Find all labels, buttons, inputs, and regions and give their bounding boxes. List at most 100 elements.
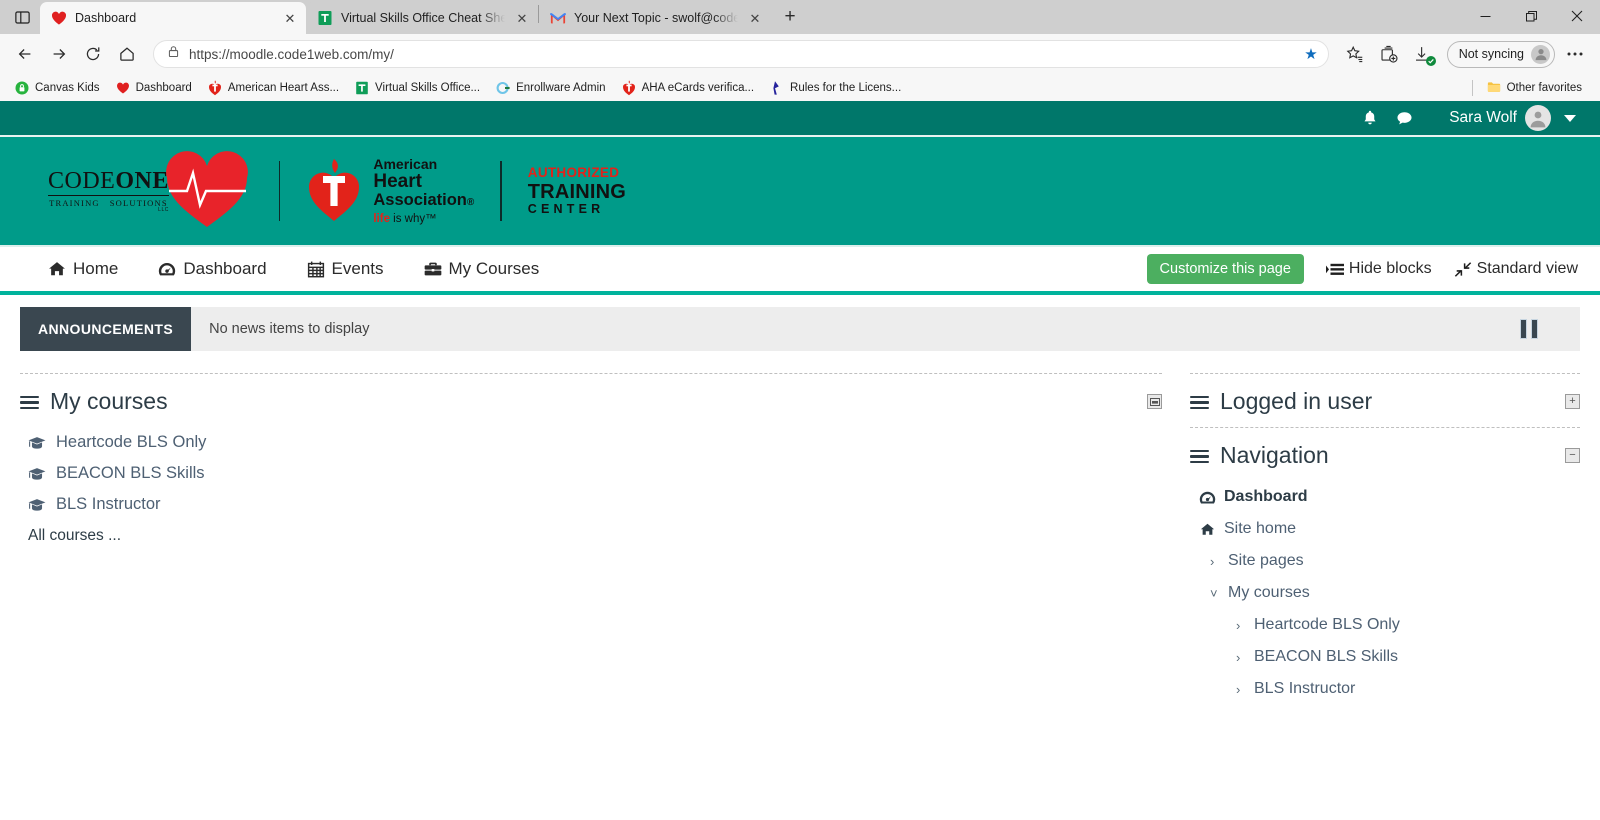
pause-icon[interactable]	[1520, 319, 1538, 339]
google-sheets-icon	[317, 10, 333, 26]
expand-block-icon[interactable]: +	[1565, 394, 1580, 409]
profile-avatar-icon	[1531, 44, 1550, 64]
tab-title: Dashboard	[75, 11, 137, 25]
bell-icon[interactable]	[1353, 100, 1387, 136]
close-icon[interactable]: ✕	[281, 9, 299, 27]
arrows-in-icon	[1454, 261, 1472, 278]
bookmark-canvas-kids[interactable]: Canvas Kids	[7, 77, 108, 99]
refresh-icon[interactable]	[77, 38, 109, 70]
browser-tab-dashboard[interactable]: Dashboard ✕	[40, 2, 306, 34]
bookmark-label: Rules for the Licens...	[790, 81, 902, 94]
hamburger-icon[interactable]	[1190, 395, 1209, 410]
minimize-icon[interactable]	[1462, 0, 1508, 32]
nav-item-events[interactable]: Events	[307, 259, 384, 279]
bookmark-virtual-skills-office[interactable]: Virtual Skills Office...	[347, 77, 488, 99]
chevron-right-icon[interactable]: ›	[1236, 618, 1246, 633]
block-title: My courses	[50, 388, 168, 414]
bookmark-american-heart[interactable]: American Heart Ass...	[200, 77, 347, 99]
chevron-right-icon[interactable]: ›	[1210, 554, 1220, 569]
profile-button[interactable]: Not syncing	[1446, 40, 1555, 68]
all-courses-link[interactable]: All courses ...	[20, 520, 1162, 545]
user-name[interactable]: Sara Wolf	[1449, 109, 1517, 127]
hamburger-icon[interactable]	[20, 395, 39, 410]
nav-tree-item-site-home[interactable]: Site home	[1198, 513, 1580, 545]
star-filled-icon[interactable]: ★	[1304, 45, 1317, 63]
aha-tagline: life is why™	[373, 212, 437, 225]
course-item[interactable]: Heartcode BLS Only	[20, 427, 1162, 458]
announcements-bar: ANNOUNCEMENTS No news items to display	[20, 307, 1580, 351]
nav-item-home[interactable]: Home	[48, 259, 118, 279]
bookmark-dashboard[interactable]: Dashboard	[108, 77, 200, 99]
user-avatar-icon[interactable]	[1525, 105, 1551, 131]
nav-tree-label: BEACON BLS Skills	[1254, 648, 1399, 665]
bookmark-rules-license[interactable]: Rules for the Licens...	[762, 77, 909, 99]
new-tab-button[interactable]: +	[775, 2, 805, 32]
nav-tree-item-site-pages[interactable]: › Site pages	[1198, 545, 1580, 577]
dock-block-icon[interactable]	[1147, 394, 1162, 409]
nav-tree-item-bls-instructor[interactable]: › BLS Instructor	[1198, 673, 1580, 705]
page-content: My courses Heartcode BLS Only BEACON BLS…	[0, 351, 1600, 715]
navbar-actions: Customize this page Hide blocks Standard…	[1146, 254, 1578, 284]
course-link[interactable]: BEACON BLS Skills	[56, 464, 205, 483]
announcements-message: No news items to display	[209, 321, 370, 337]
tab-search-icon[interactable]	[4, 2, 40, 32]
atc-line1: AUTHORIZED	[527, 164, 620, 180]
close-window-icon[interactable]	[1554, 0, 1600, 32]
site-top-bar: Sara Wolf	[0, 101, 1600, 137]
aha-logo: American Heart Association® life is why™	[306, 157, 474, 225]
customize-this-page-button[interactable]: Customize this page	[1146, 254, 1304, 284]
nav-tree-label: BLS Instructor	[1254, 680, 1356, 697]
bookmark-enrollware-admin[interactable]: Enrollware Admin	[488, 77, 613, 99]
close-icon[interactable]: ✕	[746, 9, 764, 27]
course-link[interactable]: Heartcode BLS Only	[56, 433, 206, 452]
nav-label: Dashboard	[183, 259, 267, 278]
nav-tree-item-heartcode-bls-only[interactable]: › Heartcode BLS Only	[1198, 609, 1580, 641]
caret-down-icon[interactable]	[1564, 114, 1576, 122]
home-icon[interactable]	[111, 38, 143, 70]
course-item[interactable]: BLS Instructor	[20, 489, 1162, 520]
course-link[interactable]: BLS Instructor	[56, 495, 161, 514]
chevron-down-icon[interactable]: ˅	[1210, 586, 1220, 601]
main-column: My courses Heartcode BLS Only BEACON BLS…	[20, 373, 1190, 715]
maximize-icon[interactable]	[1508, 0, 1554, 32]
other-favorites-button[interactable]: Other favorites	[1479, 77, 1590, 99]
browser-tab-cheat-sheet[interactable]: Virtual Skills Office Cheat Sheet - ✕	[306, 2, 538, 34]
browser-tab-gmail[interactable]: Your Next Topic - swolf@code1w ✕	[539, 2, 771, 34]
gauge-icon	[158, 260, 176, 278]
bookmark-aha-ecards[interactable]: AHA eCards verifica...	[614, 77, 762, 99]
chat-bubble-icon[interactable]	[1387, 100, 1421, 136]
calendar-icon	[307, 260, 325, 279]
block-title: Navigation	[1220, 442, 1329, 468]
collapse-block-icon[interactable]: −	[1565, 448, 1580, 463]
bookmarks-divider	[1471, 79, 1473, 96]
chevron-right-icon[interactable]: ›	[1236, 650, 1246, 665]
nav-tree-label: Heartcode BLS Only	[1254, 616, 1400, 633]
forward-arrow-icon[interactable]	[43, 38, 75, 70]
nav-tree-item-beacon-bls-skills[interactable]: › BEACON BLS Skills	[1198, 641, 1580, 673]
logo-divider-2	[500, 161, 502, 221]
address-bar[interactable]: https://moodle.code1web.com/my/ ★	[153, 40, 1329, 68]
favorites-icon[interactable]	[1339, 38, 1371, 70]
collections-icon[interactable]	[1373, 38, 1405, 70]
nav-label: My Courses	[448, 259, 540, 278]
standard-view-button[interactable]: Standard view	[1454, 260, 1578, 278]
back-arrow-icon[interactable]	[9, 38, 41, 70]
hide-blocks-button[interactable]: Hide blocks	[1325, 260, 1432, 278]
downloads-icon[interactable]	[1407, 38, 1439, 70]
course-item[interactable]: BEACON BLS Skills	[20, 458, 1162, 489]
chevron-right-icon[interactable]: ›	[1236, 682, 1246, 697]
browser-settings-menu-icon[interactable]	[1559, 38, 1591, 70]
hamburger-icon[interactable]	[1190, 449, 1209, 464]
profile-label: Not syncing	[1458, 47, 1524, 61]
navigation-tree: Dashboard Site home › Site pages ˅ My co…	[1190, 481, 1580, 705]
nav-item-dashboard[interactable]: Dashboard	[158, 259, 267, 279]
close-icon[interactable]: ✕	[513, 9, 531, 27]
nav-tree-item-my-courses[interactable]: ˅ My courses	[1198, 577, 1580, 609]
nav-tree-item-dashboard[interactable]: Dashboard	[1198, 481, 1580, 513]
home-icon	[1198, 522, 1216, 537]
announcements-wrapper: ANNOUNCEMENTS No news items to display	[0, 295, 1600, 351]
graduation-cap-icon	[28, 467, 46, 481]
nav-item-my-courses[interactable]: My Courses	[424, 259, 540, 279]
atc-line2: TRAINING	[527, 180, 627, 203]
block-my-courses: My courses Heartcode BLS Only BEACON BLS…	[20, 373, 1162, 545]
